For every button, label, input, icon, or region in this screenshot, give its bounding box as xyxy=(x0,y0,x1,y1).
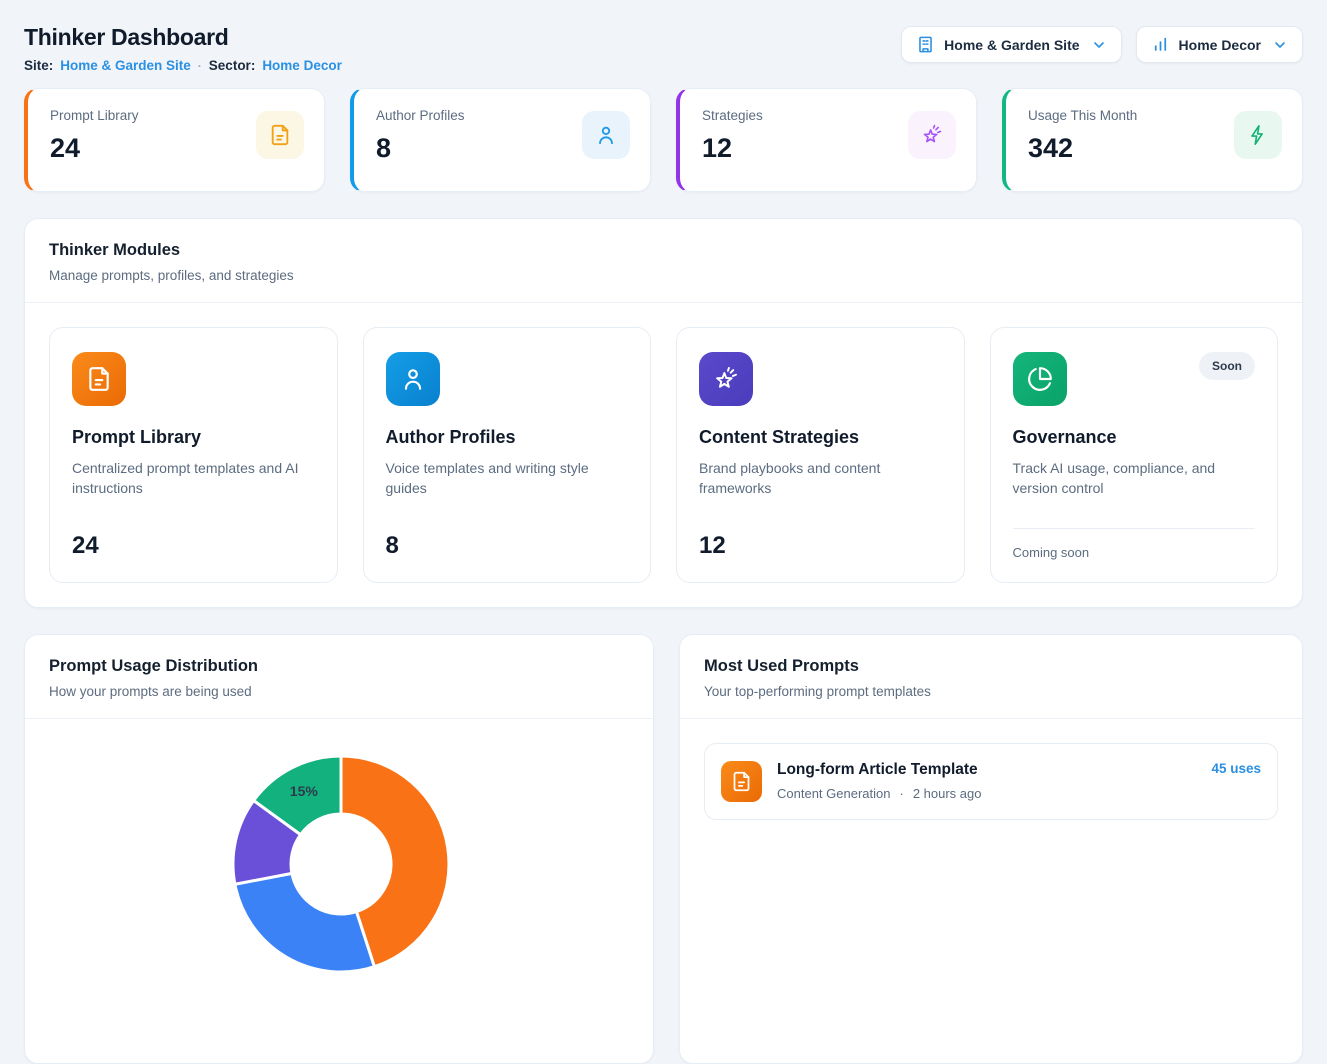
document-icon xyxy=(721,761,762,802)
prompts-panel-title: Most Used Prompts xyxy=(704,657,1278,676)
breadcrumb-separator: · xyxy=(198,59,202,73)
usage-panel-header: Prompt Usage Distribution How your promp… xyxy=(25,635,653,718)
module-description: Track AI usage, compliance, and version … xyxy=(1013,458,1256,499)
usage-panel-title: Prompt Usage Distribution xyxy=(49,657,629,676)
page-title: Thinker Dashboard xyxy=(24,24,342,51)
prompts-panel-body: Long-form Article Template 45 uses Conte… xyxy=(680,718,1302,844)
module-count: 24 xyxy=(72,532,315,560)
chevron-down-icon xyxy=(1272,37,1288,53)
prompt-item-main: Long-form Article Template 45 uses Conte… xyxy=(777,761,1261,802)
sector-selector-button[interactable]: Home Decor xyxy=(1136,26,1303,63)
module-icon-row xyxy=(72,352,315,406)
user-icon xyxy=(582,111,630,159)
sector-selector-value: Home Decor xyxy=(1179,37,1261,53)
module-description: Centralized prompt templates and AI inst… xyxy=(72,458,315,499)
prompt-meta-separator: · xyxy=(899,786,903,801)
user-icon xyxy=(386,352,440,406)
prompt-time: 2 hours ago xyxy=(913,786,982,801)
module-card-author-profiles[interactable]: Author Profiles Voice templates and writ… xyxy=(363,327,652,583)
module-icon-row: Soon xyxy=(1013,352,1256,406)
breadcrumb: Site: Home & Garden Site · Sector: Home … xyxy=(24,58,342,73)
prompts-panel-subtitle: Your top-performing prompt templates xyxy=(704,684,1278,699)
prompt-uses-count: 45 uses xyxy=(1211,761,1261,776)
module-title: Content Strategies xyxy=(699,427,942,448)
pie-chart-icon xyxy=(1013,352,1067,406)
donut-slice[interactable] xyxy=(235,873,374,972)
module-count: 12 xyxy=(699,532,942,560)
module-card-content-strategies[interactable]: Content Strategies Brand playbooks and c… xyxy=(676,327,965,583)
modules-panel-header: Thinker Modules Manage prompts, profiles… xyxy=(25,219,1302,302)
usage-distribution-panel: Prompt Usage Distribution How your promp… xyxy=(24,634,654,1064)
usage-donut-chart: 15% xyxy=(49,721,631,1021)
module-card-prompt-library[interactable]: Prompt Library Centralized prompt templa… xyxy=(49,327,338,583)
stat-card-author-profiles: Author Profiles 8 xyxy=(350,88,651,192)
stat-value: 342 xyxy=(1028,133,1137,164)
prompt-list-item[interactable]: Long-form Article Template 45 uses Conte… xyxy=(704,743,1278,820)
stat-value: 24 xyxy=(50,133,139,164)
stat-label: Prompt Library xyxy=(50,108,139,123)
lightning-icon xyxy=(1234,111,1282,159)
donut-slice-label: 15% xyxy=(290,783,319,799)
usage-panel-body: 15% xyxy=(25,718,653,1021)
soon-badge: Soon xyxy=(1199,352,1255,380)
prompt-item-top: Long-form Article Template 45 uses xyxy=(777,761,1261,779)
header-selectors: Home & Garden Site Home Decor xyxy=(901,26,1303,63)
sector-link[interactable]: Home Decor xyxy=(262,58,342,73)
stat-card-prompt-library: Prompt Library 24 xyxy=(24,88,325,192)
site-selector-value: Home & Garden Site xyxy=(944,37,1079,53)
module-description: Brand playbooks and content frameworks xyxy=(699,458,942,499)
stat-text: Strategies 12 xyxy=(702,108,763,191)
stat-label: Strategies xyxy=(702,108,763,123)
prompts-panel-header: Most Used Prompts Your top-performing pr… xyxy=(680,635,1302,718)
chevron-down-icon xyxy=(1091,37,1107,53)
stat-label: Usage This Month xyxy=(1028,108,1137,123)
document-icon xyxy=(72,352,126,406)
building-icon xyxy=(916,35,935,54)
stat-value: 12 xyxy=(702,133,763,164)
bottom-row: Prompt Usage Distribution How your promp… xyxy=(24,634,1303,1064)
module-description: Voice templates and writing style guides xyxy=(386,458,629,499)
usage-panel-subtitle: How your prompts are being used xyxy=(49,684,629,699)
stat-card-strategies: Strategies 12 xyxy=(676,88,977,192)
module-count: 8 xyxy=(386,532,629,560)
bar-chart-icon xyxy=(1151,35,1170,54)
prompt-category: Content Generation xyxy=(777,786,890,801)
modules-panel-subtitle: Manage prompts, profiles, and strategies xyxy=(49,268,1278,283)
module-card-governance[interactable]: Soon Governance Track AI usage, complian… xyxy=(990,327,1279,583)
prompt-meta: Content Generation · 2 hours ago xyxy=(777,786,1261,801)
header-left: Thinker Dashboard Site: Home & Garden Si… xyxy=(24,18,342,73)
modules-panel-body: Prompt Library Centralized prompt templa… xyxy=(25,302,1302,607)
star-burst-icon xyxy=(699,352,753,406)
module-title: Author Profiles xyxy=(386,427,629,448)
module-title: Governance xyxy=(1013,427,1256,448)
star-burst-icon xyxy=(908,111,956,159)
stat-card-usage: Usage This Month 342 xyxy=(1002,88,1303,192)
stat-text: Author Profiles 8 xyxy=(376,108,465,191)
most-used-prompts-panel: Most Used Prompts Your top-performing pr… xyxy=(679,634,1303,1064)
prompt-title: Long-form Article Template xyxy=(777,761,978,779)
document-icon xyxy=(256,111,304,159)
modules-grid: Prompt Library Centralized prompt templa… xyxy=(25,303,1302,607)
site-link[interactable]: Home & Garden Site xyxy=(60,58,191,73)
module-icon-row xyxy=(386,352,629,406)
stats-row: Prompt Library 24 Author Profiles 8 Stra… xyxy=(24,88,1303,192)
module-coming-soon: Coming soon xyxy=(1013,529,1256,560)
stat-text: Prompt Library 24 xyxy=(50,108,139,191)
topbar: Thinker Dashboard Site: Home & Garden Si… xyxy=(24,18,1303,73)
stat-label: Author Profiles xyxy=(376,108,465,123)
module-title: Prompt Library xyxy=(72,427,315,448)
stat-text: Usage This Month 342 xyxy=(1028,108,1137,191)
dashboard-page: Thinker Dashboard Site: Home & Garden Si… xyxy=(0,0,1327,1064)
site-label: Site: xyxy=(24,58,53,73)
modules-panel: Thinker Modules Manage prompts, profiles… xyxy=(24,218,1303,608)
site-selector-button[interactable]: Home & Garden Site xyxy=(901,26,1121,63)
sector-label: Sector: xyxy=(209,58,256,73)
stat-value: 8 xyxy=(376,133,465,164)
modules-panel-title: Thinker Modules xyxy=(49,241,1278,260)
module-icon-row xyxy=(699,352,942,406)
